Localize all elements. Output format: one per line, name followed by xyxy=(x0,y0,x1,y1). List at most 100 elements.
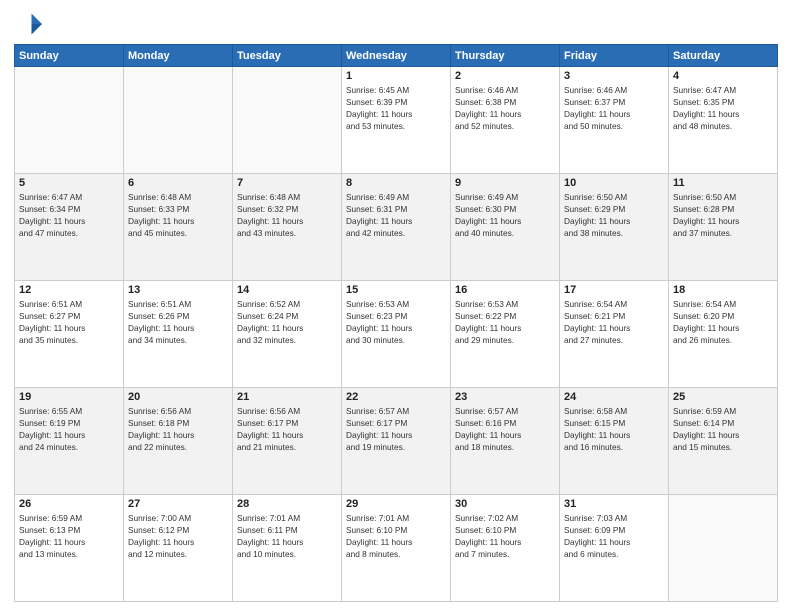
calendar-cell: 9 Sunrise: 6:49 AMSunset: 6:30 PMDaylight… xyxy=(451,174,560,281)
calendar-cell: 14 Sunrise: 6:52 AMSunset: 6:24 PMDayligh… xyxy=(233,281,342,388)
day-number: 13 xyxy=(128,284,228,296)
calendar-cell xyxy=(233,67,342,174)
page: SundayMondayTuesdayWednesdayThursdayFrid… xyxy=(0,0,792,612)
calendar-cell: 30Sunrise: 7:02 AMSunset: 6:10 PMDayligh… xyxy=(451,495,560,602)
day-number: 8 xyxy=(346,177,446,189)
day-number: 3 xyxy=(564,70,664,82)
day-info: Sunrise: 6:59 AMSunset: 6:13 PMDaylight:… xyxy=(19,512,119,560)
calendar-cell xyxy=(124,67,233,174)
day-info: Sunrise: 6:50 AMSunset: 6:29 PMDaylight:… xyxy=(564,191,664,239)
calendar-table: SundayMondayTuesdayWednesdayThursdayFrid… xyxy=(14,44,778,602)
day-number: 26 xyxy=(19,498,119,510)
day-info: Sunrise: 6:57 AMSunset: 6:17 PMDaylight:… xyxy=(346,405,446,453)
calendar-cell: 11Sunrise: 6:50 AMSunset: 6:28 PMDayligh… xyxy=(669,174,778,281)
calendar-cell: 22 Sunrise: 6:57 AMSunset: 6:17 PMDayligh… xyxy=(342,388,451,495)
day-info: Sunrise: 6:56 AMSunset: 6:18 PMDaylight:… xyxy=(128,405,228,453)
day-number: 14 xyxy=(237,284,337,296)
day-info: Sunrise: 6:51 AMSunset: 6:27 PMDaylight:… xyxy=(19,298,119,346)
day-info: Sunrise: 6:56 AMSunset: 6:17 PMDaylight:… xyxy=(237,405,337,453)
day-info: Sunrise: 7:00 AMSunset: 6:12 PMDaylight:… xyxy=(128,512,228,560)
day-info: Sunrise: 6:59 AMSunset: 6:14 PMDaylight:… xyxy=(673,405,773,453)
calendar-cell xyxy=(15,67,124,174)
calendar-week-4: 19Sunrise: 6:55 AMSunset: 6:19 PMDayligh… xyxy=(15,388,778,495)
day-info: Sunrise: 6:49 AMSunset: 6:30 PMDaylight:… xyxy=(455,191,555,239)
logo-icon xyxy=(14,10,42,38)
weekday-header-sunday: Sunday xyxy=(15,45,124,67)
calendar-week-1: 1 Sunrise: 6:45 AMSunset: 6:39 PMDaylight… xyxy=(15,67,778,174)
day-number: 10 xyxy=(564,177,664,189)
weekday-header-friday: Friday xyxy=(560,45,669,67)
day-info: Sunrise: 6:51 AMSunset: 6:26 PMDaylight:… xyxy=(128,298,228,346)
day-number: 6 xyxy=(128,177,228,189)
day-number: 21 xyxy=(237,391,337,403)
day-info: Sunrise: 6:52 AMSunset: 6:24 PMDaylight:… xyxy=(237,298,337,346)
day-info: Sunrise: 6:57 AMSunset: 6:16 PMDaylight:… xyxy=(455,405,555,453)
calendar-cell: 12 Sunrise: 6:51 AMSunset: 6:27 PMDayligh… xyxy=(15,281,124,388)
day-number: 12 xyxy=(19,284,119,296)
day-number: 1 xyxy=(346,70,446,82)
day-number: 9 xyxy=(455,177,555,189)
calendar-cell: 27 Sunrise: 7:00 AMSunset: 6:12 PMDayligh… xyxy=(124,495,233,602)
day-number: 18 xyxy=(673,284,773,296)
calendar-cell: 26 Sunrise: 6:59 AMSunset: 6:13 PMDayligh… xyxy=(15,495,124,602)
calendar-cell: 28 Sunrise: 7:01 AMSunset: 6:11 PMDayligh… xyxy=(233,495,342,602)
calendar-cell: 23Sunrise: 6:57 AMSunset: 6:16 PMDayligh… xyxy=(451,388,560,495)
calendar-cell: 10 Sunrise: 6:50 AMSunset: 6:29 PMDayligh… xyxy=(560,174,669,281)
calendar-cell xyxy=(669,495,778,602)
day-info: Sunrise: 6:47 AMSunset: 6:34 PMDaylight:… xyxy=(19,191,119,239)
calendar-cell: 6 Sunrise: 6:48 AMSunset: 6:33 PMDaylight… xyxy=(124,174,233,281)
day-info: Sunrise: 6:53 AMSunset: 6:22 PMDaylight:… xyxy=(455,298,555,346)
day-number: 20 xyxy=(128,391,228,403)
calendar-cell: 18 Sunrise: 6:54 AMSunset: 6:20 PMDayligh… xyxy=(669,281,778,388)
calendar-week-2: 5 Sunrise: 6:47 AMSunset: 6:34 PMDaylight… xyxy=(15,174,778,281)
calendar-cell: 15Sunrise: 6:53 AMSunset: 6:23 PMDayligh… xyxy=(342,281,451,388)
day-number: 4 xyxy=(673,70,773,82)
weekday-header-thursday: Thursday xyxy=(451,45,560,67)
day-info: Sunrise: 6:46 AMSunset: 6:37 PMDaylight:… xyxy=(564,84,664,132)
logo xyxy=(14,10,46,38)
calendar-cell: 17 Sunrise: 6:54 AMSunset: 6:21 PMDayligh… xyxy=(560,281,669,388)
day-info: Sunrise: 7:01 AMSunset: 6:11 PMDaylight:… xyxy=(237,512,337,560)
day-info: Sunrise: 6:50 AMSunset: 6:28 PMDaylight:… xyxy=(673,191,773,239)
calendar-cell: 4 Sunrise: 6:47 AMSunset: 6:35 PMDaylight… xyxy=(669,67,778,174)
weekday-header-tuesday: Tuesday xyxy=(233,45,342,67)
calendar-cell: 31 Sunrise: 7:03 AMSunset: 6:09 PMDayligh… xyxy=(560,495,669,602)
day-number: 27 xyxy=(128,498,228,510)
day-info: Sunrise: 7:03 AMSunset: 6:09 PMDaylight:… xyxy=(564,512,664,560)
day-info: Sunrise: 6:49 AMSunset: 6:31 PMDaylight:… xyxy=(346,191,446,239)
weekday-header-row: SundayMondayTuesdayWednesdayThursdayFrid… xyxy=(15,45,778,67)
day-info: Sunrise: 6:54 AMSunset: 6:20 PMDaylight:… xyxy=(673,298,773,346)
day-info: Sunrise: 6:55 AMSunset: 6:19 PMDaylight:… xyxy=(19,405,119,453)
day-number: 7 xyxy=(237,177,337,189)
weekday-header-saturday: Saturday xyxy=(669,45,778,67)
day-number: 22 xyxy=(346,391,446,403)
day-number: 29 xyxy=(346,498,446,510)
day-number: 17 xyxy=(564,284,664,296)
day-info: Sunrise: 6:48 AMSunset: 6:33 PMDaylight:… xyxy=(128,191,228,239)
calendar-cell: 25Sunrise: 6:59 AMSunset: 6:14 PMDayligh… xyxy=(669,388,778,495)
calendar-cell: 21 Sunrise: 6:56 AMSunset: 6:17 PMDayligh… xyxy=(233,388,342,495)
day-number: 28 xyxy=(237,498,337,510)
calendar-cell: 19Sunrise: 6:55 AMSunset: 6:19 PMDayligh… xyxy=(15,388,124,495)
day-number: 16 xyxy=(455,284,555,296)
calendar-cell: 8 Sunrise: 6:49 AMSunset: 6:31 PMDaylight… xyxy=(342,174,451,281)
day-info: Sunrise: 6:46 AMSunset: 6:38 PMDaylight:… xyxy=(455,84,555,132)
calendar-week-5: 26 Sunrise: 6:59 AMSunset: 6:13 PMDayligh… xyxy=(15,495,778,602)
calendar-cell: 16 Sunrise: 6:53 AMSunset: 6:22 PMDayligh… xyxy=(451,281,560,388)
calendar-cell: 3 Sunrise: 6:46 AMSunset: 6:37 PMDaylight… xyxy=(560,67,669,174)
calendar-week-3: 12 Sunrise: 6:51 AMSunset: 6:27 PMDayligh… xyxy=(15,281,778,388)
day-info: Sunrise: 6:48 AMSunset: 6:32 PMDaylight:… xyxy=(237,191,337,239)
calendar-cell: 5 Sunrise: 6:47 AMSunset: 6:34 PMDaylight… xyxy=(15,174,124,281)
day-number: 31 xyxy=(564,498,664,510)
calendar-cell: 24Sunrise: 6:58 AMSunset: 6:15 PMDayligh… xyxy=(560,388,669,495)
day-info: Sunrise: 6:54 AMSunset: 6:21 PMDaylight:… xyxy=(564,298,664,346)
header xyxy=(14,10,778,38)
calendar-cell: 1 Sunrise: 6:45 AMSunset: 6:39 PMDaylight… xyxy=(342,67,451,174)
day-info: Sunrise: 6:45 AMSunset: 6:39 PMDaylight:… xyxy=(346,84,446,132)
calendar-cell: 2Sunrise: 6:46 AMSunset: 6:38 PMDaylight… xyxy=(451,67,560,174)
weekday-header-monday: Monday xyxy=(124,45,233,67)
weekday-header-wednesday: Wednesday xyxy=(342,45,451,67)
day-number: 24 xyxy=(564,391,664,403)
day-number: 5 xyxy=(19,177,119,189)
day-info: Sunrise: 6:47 AMSunset: 6:35 PMDaylight:… xyxy=(673,84,773,132)
